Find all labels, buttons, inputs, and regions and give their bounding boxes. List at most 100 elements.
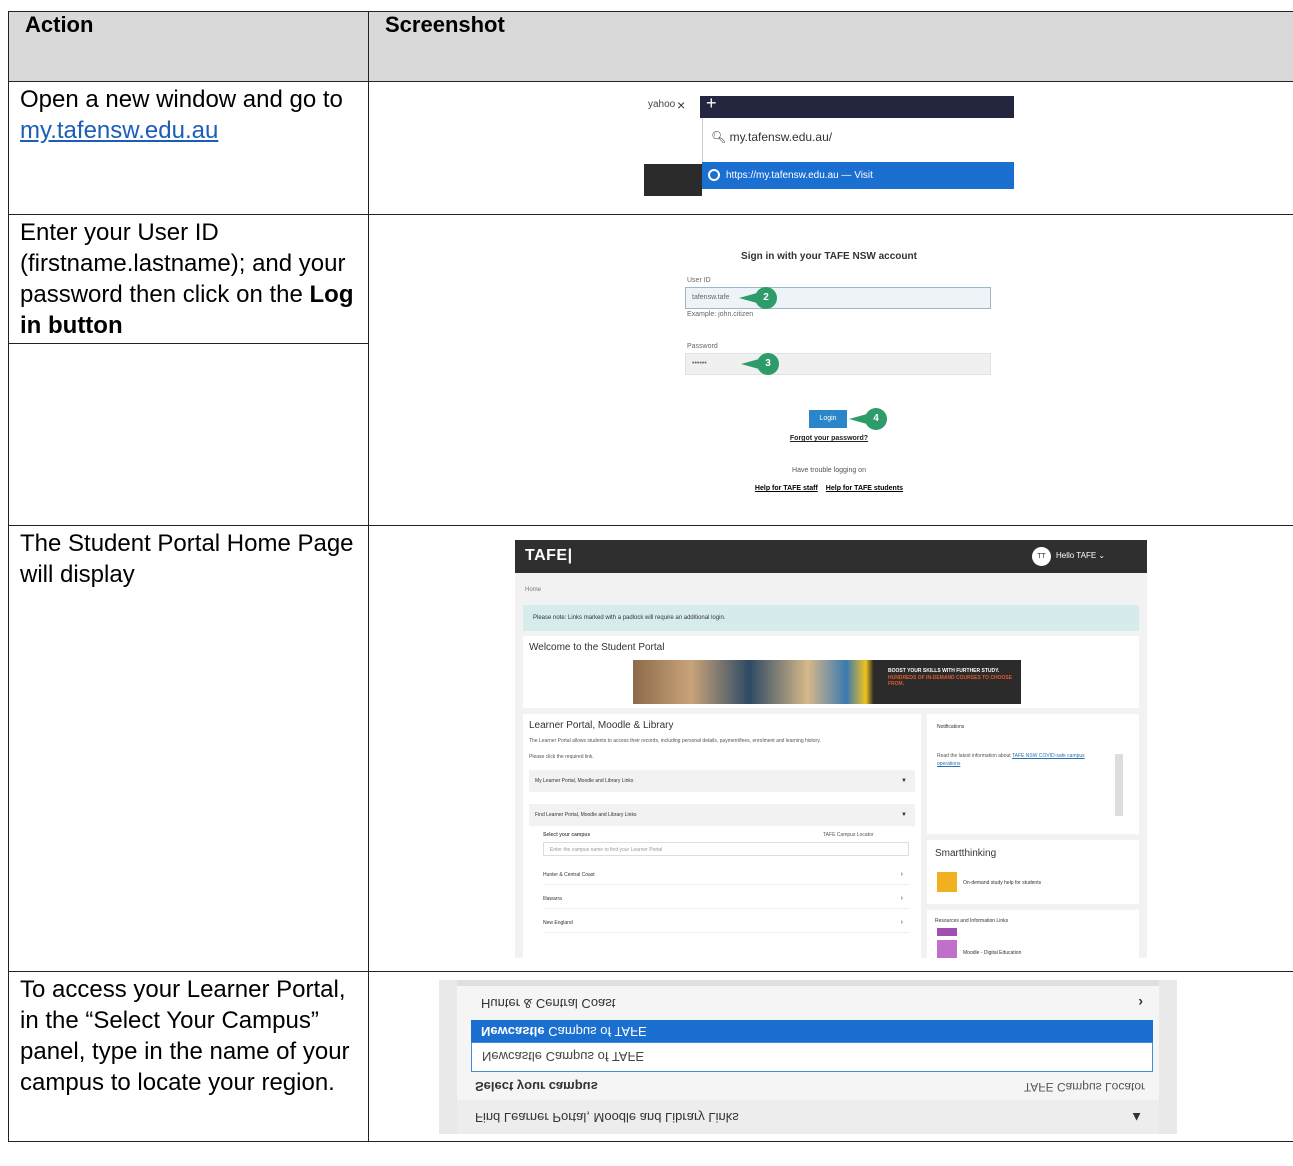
portal-link[interactable]: my.tafensw.edu.au <box>20 117 218 144</box>
promo-banner[interactable]: BOOST YOUR SKILLS WITH FURTHER STUDY. HU… <box>633 660 1021 704</box>
find-links-row[interactable]: Find Learner Portal, Moodle and Library … <box>457 1100 1159 1134</box>
user-id-value: tafensw.tafe <box>692 294 730 301</box>
region-label: New England <box>543 920 573 926</box>
help-links: Help for TAFE staff Help for TAFE student… <box>669 485 989 492</box>
scrollbar[interactable] <box>1115 754 1123 816</box>
smartthinking-text[interactable]: On-demand study help for students <box>963 880 1041 886</box>
region-row[interactable]: Hunter & Central Coast › <box>471 988 1153 1018</box>
lp-title: Learner Portal, Moodle & Library <box>529 720 674 731</box>
action-cell: To access your Learner Portal, in the “S… <box>8 971 369 1142</box>
divider <box>457 980 1159 986</box>
moodle-icon[interactable] <box>937 940 957 958</box>
learner-portal-panel: Learner Portal, Moodle & Library The Lea… <box>523 714 921 958</box>
step-badge: 2 <box>739 287 777 309</box>
action-text-part: Open a new window and go to <box>20 86 343 113</box>
find-links-row[interactable]: Find Learner Portal, Moodle and Library … <box>529 804 915 826</box>
address-bar[interactable]: 🔍︎ my.tafensw.edu.au/ <box>702 118 1014 162</box>
campus-search-input[interactable]: Enter the campus name to find your Learn… <box>543 842 909 856</box>
password-value: •••••• <box>692 360 707 367</box>
portal-screenshot: TAFE| TT Hello TAFE ⌄ Home Please note: … <box>515 540 1147 958</box>
banner-line1: BOOST YOUR SKILLS WITH FURTHER STUDY. <box>888 668 1000 674</box>
document-page: Action Screenshot Open a new window and … <box>0 0 1293 1166</box>
taskbar <box>644 164 702 196</box>
my-links-row[interactable]: My Learner Portal, Moodle and Library Li… <box>529 770 915 792</box>
lp-description: The Learner Portal allows students to ac… <box>529 738 821 744</box>
user-id-hint: Example: john.citizen <box>687 311 754 318</box>
help-students-link[interactable]: Help for TAFE students <box>826 485 903 492</box>
row-label: Find Learner Portal, Moodle and Library … <box>535 812 637 818</box>
address-value: my.tafensw.edu.au/ <box>729 130 833 144</box>
region-label: Hunter & Central Coast <box>481 996 616 1011</box>
chevron-down-icon: ▼ <box>901 778 907 784</box>
password-field[interactable]: •••••• <box>685 353 991 375</box>
campus-search-input[interactable]: Newcastle Campus of TAFE <box>471 1042 1153 1072</box>
action-text: The Student Portal Home Page will displa… <box>20 530 354 588</box>
screenshot-cell: Find Learner Portal, Moodle and Library … <box>368 971 1293 1142</box>
avatar[interactable]: TT <box>1032 547 1051 566</box>
notifications-panel: Notifications Read the latest informatio… <box>927 714 1139 834</box>
suggestion-bold: Newcastle <box>481 1024 545 1039</box>
table-row: To access your Learner Portal, in the “S… <box>8 971 1293 1142</box>
url-suggestion[interactable]: https://my.tafensw.edu.au — Visit <box>702 162 1014 189</box>
region-row[interactable]: Illawarra › <box>543 890 909 909</box>
smartthinking-panel: Smartthinking On-demand study help for s… <box>927 840 1139 904</box>
welcome-panel: Welcome to the Student Portal BOOST YOUR… <box>523 636 1139 708</box>
login-button[interactable]: Login <box>809 410 847 428</box>
user-id-field[interactable]: tafensw.tafe <box>685 287 991 309</box>
browser-screenshot: yahoo × + 🔍︎ my.tafensw.edu.au/ https://… <box>644 96 1014 196</box>
smartthinking-icon[interactable] <box>937 872 957 892</box>
trouble-text: Have trouble logging on <box>792 467 866 474</box>
select-campus-label: Select your campus <box>543 832 591 838</box>
help-staff-link[interactable]: Help for TAFE staff <box>755 485 818 492</box>
steps-table: Action Screenshot Open a new window and … <box>8 11 1293 1142</box>
moodle-link[interactable]: Moodle - Digital Education <box>963 950 1021 956</box>
action-cell: Enter your User ID (firstname.lastname);… <box>8 214 369 526</box>
action-text-part: Enter your User ID (firstname.lastname);… <box>20 219 346 308</box>
suggestion-text: https://my.tafensw.edu.au — Visit <box>726 170 873 181</box>
search-icon: 🔍︎ <box>711 130 730 144</box>
screenshot-cell: Sign in with your TAFE NSW account User … <box>368 214 1293 526</box>
new-tab-icon[interactable]: + <box>706 96 717 114</box>
notice-banner: Please note: Links marked with a padlock… <box>523 605 1139 631</box>
breadcrumb[interactable]: Home <box>525 587 541 593</box>
resources-panel: Resources and Information Links Moodle -… <box>927 910 1139 958</box>
screenshot-cell: TAFE| TT Hello TAFE ⌄ Home Please note: … <box>368 525 1293 972</box>
tab-title[interactable]: yahoo <box>648 99 675 110</box>
action-text: Enter your User ID (firstname.lastname);… <box>9 215 368 344</box>
find-links-panel: Find Learner Portal, Moodle and Library … <box>457 980 1159 1134</box>
resources-title: Resources and Information Links <box>935 918 1009 924</box>
action-text: To access your Learner Portal, in the “S… <box>20 976 350 1096</box>
header-action: Action <box>8 11 369 82</box>
chevron-right-icon: › <box>900 871 903 878</box>
campus-suggestion[interactable]: Newcastle Campus of TAFE <box>471 1020 1153 1042</box>
portal-topbar: TAFE| TT Hello TAFE ⌄ <box>515 540 1147 573</box>
chevron-up-icon: ▲ <box>1130 1110 1143 1125</box>
step-badge: 3 <box>741 353 779 375</box>
chevron-right-icon: › <box>1138 995 1143 1011</box>
campus-locator-label: TAFE Campus Locator <box>1023 1080 1145 1094</box>
login-title: Sign in with your TAFE NSW account <box>741 251 917 262</box>
chevron-right-icon: › <box>900 895 903 902</box>
region-row[interactable]: New England › <box>543 914 909 933</box>
table-row: The Student Portal Home Page will displa… <box>8 525 1293 972</box>
table-header-row: Action Screenshot <box>8 11 1293 82</box>
tafe-logo[interactable]: TAFE| <box>525 547 573 565</box>
region-label: Illawarra <box>543 896 562 902</box>
close-tab-icon[interactable]: × <box>677 97 685 113</box>
badge-number: 4 <box>865 408 887 430</box>
resource-icon[interactable] <box>937 928 957 936</box>
region-row[interactable]: Hunter & Central Coast › <box>543 866 909 885</box>
smartthinking-title: Smartthinking <box>935 848 997 859</box>
lp-instruction: Please click the required link. <box>529 754 594 760</box>
login-screenshot: Sign in with your TAFE NSW account User … <box>669 241 991 501</box>
badge-number: 2 <box>755 287 777 309</box>
user-menu[interactable]: Hello TAFE ⌄ <box>1056 551 1105 560</box>
password-label: Password <box>687 343 718 350</box>
screenshot-cell: yahoo × + 🔍︎ my.tafensw.edu.au/ https://… <box>368 81 1293 215</box>
welcome-title: Welcome to the Student Portal <box>529 642 665 653</box>
select-campus-label: Select your campus <box>475 1079 598 1094</box>
forgot-password-link[interactable]: Forgot your password? <box>669 435 989 442</box>
browser-titlebar <box>700 96 1014 118</box>
region-label: Hunter & Central Coast <box>543 872 595 878</box>
header-screenshot: Screenshot <box>368 11 1293 82</box>
